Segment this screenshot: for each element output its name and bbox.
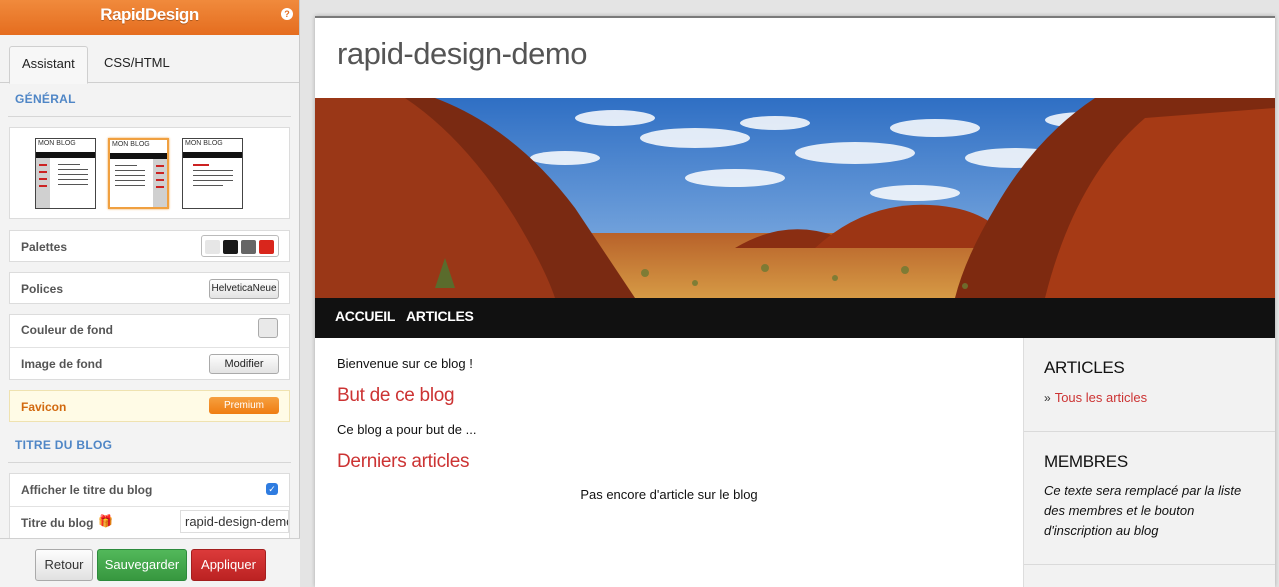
divider [8,116,291,117]
palette-swatch [223,240,238,254]
layout-thumb-line [39,185,47,187]
nav-item-home[interactable]: ACCUEIL [335,298,395,335]
layout-thumb-line [58,179,88,180]
palette-swatch [205,240,220,254]
layout-thumb-line [39,171,47,173]
sidebar: ARTICLES » Tous les articles MEMBRES Ce t… [1023,338,1275,587]
layout-thumb-line [193,180,233,181]
save-button[interactable]: Sauvegarder [97,549,187,581]
layout-thumb-line [39,164,47,166]
layout-thumb-no-sidebar[interactable]: MON BLOG [182,138,243,209]
layout-thumb-sidebar [36,158,50,208]
layout-thumb-line [115,165,137,166]
layout-thumb-line [115,170,145,171]
header-banner-image [315,98,1275,298]
blog-title-label: Titre du blog [21,516,94,530]
layout-thumb-line [115,185,145,186]
layout-thumb-line [156,179,164,181]
layout-thumb-line [193,170,233,171]
design-panel: RapidDesign ? Assistant CSS/HTML GÉNÉRAL… [0,0,300,587]
layout-thumb-line [193,175,233,176]
back-button[interactable]: Retour [35,549,93,581]
layout-thumb-line [58,184,88,185]
show-title-checkbox[interactable]: ✓ [266,483,278,495]
premium-button[interactable]: Premium [209,397,279,414]
bg-color-swatch[interactable] [258,318,278,338]
divider [10,506,289,507]
divider [1024,564,1275,565]
tab-css-html[interactable]: CSS/HTML [92,46,182,84]
blog-preview: rapid-design-demo ACCUEIL ARTICLES Bienv… [315,16,1275,587]
layout-thumb-line [193,164,209,166]
favicon-row: Favicon Premium [9,390,290,422]
fonts-label: Polices [21,282,64,296]
modify-bg-image-button[interactable]: Modifier [209,354,279,374]
layout-thumb-label: MON BLOG [112,141,150,148]
help-icon[interactable]: ? [281,8,293,20]
show-title-label: Afficher le titre du blog [21,483,153,497]
layout-thumb-line [156,165,164,167]
divider [1024,431,1275,432]
heading-purpose: But de ce blog [337,385,455,406]
panel-footer: Retour Sauvegarder Appliquer [0,538,300,587]
bg-image-label: Image de fond [21,357,103,371]
layout-thumb-right-sidebar[interactable]: MON BLOG [108,138,169,209]
background-rows: Couleur de fond Image de fond Modifier [9,314,290,380]
palettes-row: Palettes [9,230,290,262]
nav-item-articles[interactable]: ARTICLES [406,298,474,335]
layout-thumb-label: MON BLOG [185,140,223,147]
members-placeholder-text: Ce texte sera remplacé par la liste des … [1044,483,1242,538]
gift-icon: 🎁 [98,514,113,528]
widget-members-title: MEMBRES [1044,452,1128,471]
layout-thumb-line [39,178,47,180]
site-title[interactable]: rapid-design-demo [337,36,587,72]
layout-picker: MON BLOG MON BLOG MON BLOG [9,127,290,219]
divider [8,462,291,463]
layout-thumb-line [156,186,164,188]
layout-thumb-line [58,174,88,175]
bg-color-label: Couleur de fond [21,323,113,337]
app-title: RapidDesign [100,5,199,24]
layout-thumb-nav [183,152,242,158]
heading-latest-articles: Derniers articles [337,451,470,472]
palette-swatch [259,240,274,254]
main-navigation: ACCUEIL ARTICLES [315,298,1275,338]
favicon-label: Favicon [21,400,67,414]
no-articles-text: Pas encore d'article sur le blog [580,487,758,502]
fonts-row: Polices HelveticaNeue [9,272,290,304]
layout-thumb-line [58,164,80,165]
all-articles-link[interactable]: » Tous les articles [1044,390,1147,405]
panel-tabs: Assistant CSS/HTML [0,35,299,84]
section-blog-title: TITRE DU BLOG [15,438,113,452]
layout-thumb-label: MON BLOG [38,140,76,147]
layout-thumb-line [193,185,223,186]
font-select-button[interactable]: HelveticaNeue [209,279,279,299]
layout-thumb-left-sidebar[interactable]: MON BLOG [35,138,96,209]
all-articles-label: Tous les articles [1054,390,1148,405]
widget-articles-title: ARTICLES [1044,358,1125,377]
apply-button[interactable]: Appliquer [191,549,266,581]
blog-title-input[interactable]: rapid-design-demo [180,510,289,533]
section-general-title: GÉNÉRAL [15,92,76,106]
layout-thumb-line [115,175,145,176]
divider [10,347,289,348]
welcome-text: Bienvenue sur ce blog ! [337,356,473,371]
bullet-icon: » [1044,391,1051,405]
layout-thumb-line [58,169,88,170]
palette-swatch [241,240,256,254]
blog-title-rows: Afficher le titre du blog ✓ Titre du blo… [9,473,290,539]
palettes-label: Palettes [21,240,68,254]
panel-header: RapidDesign ? [0,0,299,35]
layout-thumb-line [156,172,164,174]
tab-assistant[interactable]: Assistant [9,46,88,84]
layout-thumb-line [115,180,145,181]
main-content: Bienvenue sur ce blog ! But de ce blog C… [315,338,1023,587]
purpose-text: Ce blog a pour but de ... [337,422,477,437]
palette-picker[interactable] [201,235,279,257]
